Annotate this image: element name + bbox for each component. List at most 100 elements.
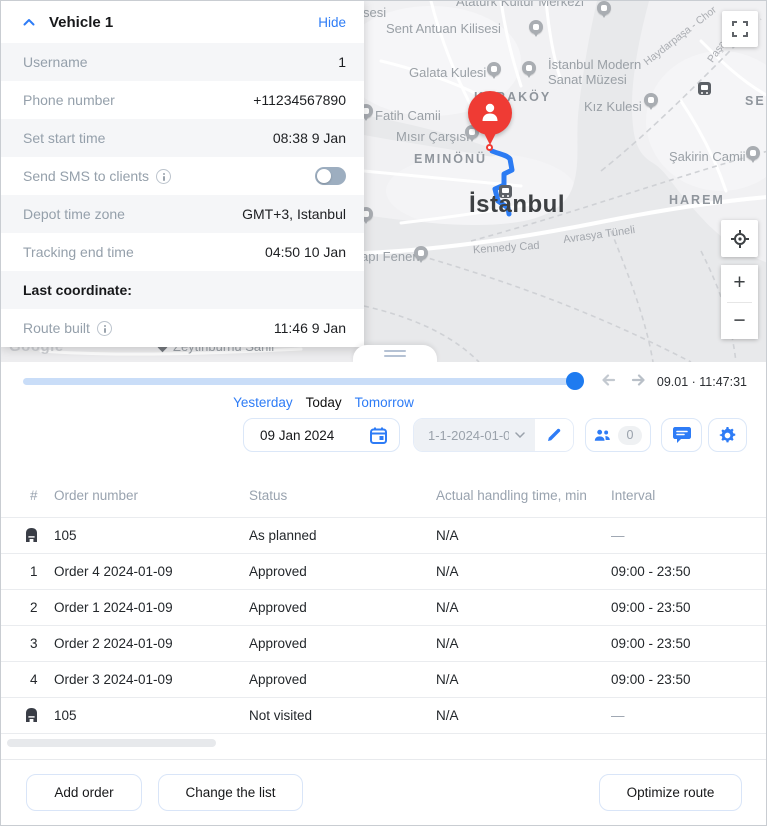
row-start-time: Set start time 08:38 9 Jan [1,119,364,157]
cell-time: N/A [436,528,459,543]
sms-toggle[interactable] [315,167,346,185]
map-label-sakirin: Şakirin Camii [669,149,746,164]
cell-interval: — [611,528,625,543]
cell-interval: 09:00 - 23:50 [611,564,691,579]
cell-num: 2 [30,600,38,615]
table-row-depot-start[interactable]: 105 As planned N/A — [1,518,767,554]
locate-icon [731,230,749,248]
table-row-depot-end[interactable]: 105 Not visited N/A — [1,698,767,734]
route-built-value: 11:46 9 Jan [274,320,346,336]
timeline-slider-track[interactable] [23,378,584,385]
cell-interval: — [611,708,625,723]
change-list-button[interactable]: Change the list [158,774,303,811]
header-status: Status [249,488,287,503]
lighthouse-pin-icon [414,246,428,260]
cell-order: Order 3 2024-01-09 [54,672,173,687]
edit-route-name-button[interactable] [535,419,573,451]
day-link-today[interactable]: Today [306,395,342,410]
add-order-button[interactable]: Add order [26,774,142,811]
timeline-slider-thumb[interactable] [566,372,584,390]
info-icon[interactable] [97,321,112,336]
info-icon[interactable] [156,169,171,184]
header-handling-time: Actual handling time, min [436,488,587,503]
courier-marker-tail [483,131,497,145]
date-value: 09 Jan 2024 [260,428,370,443]
zoom-out-button[interactable]: − [721,303,758,340]
cell-order: Order 4 2024-01-09 [54,564,173,579]
zoom-in-button[interactable]: + [721,265,758,302]
cell-time: N/A [436,636,459,651]
timeline-next-button[interactable] [630,373,648,389]
vehicle-title: Vehicle 1 [49,14,318,31]
route-built-label: Route built [23,320,112,336]
couriers-button[interactable]: 0 [585,418,651,452]
timeline-prev-button[interactable] [599,373,617,389]
start-time-label: Set start time [23,130,105,146]
map-label-sel: SEL [745,94,767,108]
horizontal-scrollbar[interactable] [7,739,216,747]
church-pin-icon [529,20,543,34]
settings-button[interactable] [708,418,747,452]
route-built-label-text: Route built [23,320,90,336]
sheet-drag-handle[interactable] [353,345,437,363]
courier-marker[interactable] [468,91,512,135]
hide-link[interactable]: Hide [318,15,346,30]
timezone-label: Depot time zone [23,206,125,222]
cell-num: 4 [30,672,38,687]
people-icon [594,428,611,443]
arrow-left-icon [600,373,616,387]
map-label-galata: Galata Kulesi [409,65,486,80]
route-select-dropdown[interactable]: 1-1-2024-01-09 [414,419,535,451]
drag-handle-icon [384,355,406,357]
map-label-eminonu: EMINÖNÜ [414,152,487,166]
send-sms-label: Send SMS to clients [23,168,171,184]
depot-icon [25,708,38,723]
last-coordinate-label: Last coordinate: [23,282,132,298]
phone-label: Phone number [23,92,115,108]
cell-status: Approved [249,672,307,687]
row-tracking-end: Tracking end time 04:50 10 Jan [1,233,364,271]
cell-order: 105 [54,528,77,543]
phone-value: +11234567890 [253,92,346,108]
cell-interval: 09:00 - 23:50 [611,636,691,651]
table-row-order[interactable]: 3 Order 2 2024-01-09 Approved N/A 09:00 … [1,626,767,662]
table-row-order[interactable]: 4 Order 3 2024-01-09 Approved N/A 09:00 … [1,662,767,698]
username-value: 1 [338,54,346,70]
person-icon [479,101,501,123]
sakirin-pin-icon [746,146,760,160]
table-row-order[interactable]: 2 Order 1 2024-01-09 Approved N/A 09:00 … [1,590,767,626]
date-picker-field[interactable]: 09 Jan 2024 [243,418,400,452]
cell-time: N/A [436,672,459,687]
transit-station-icon [698,82,711,95]
optimize-route-button[interactable]: Optimize route [599,774,742,811]
chat-button[interactable] [661,418,702,452]
row-send-sms: Send SMS to clients [1,157,364,195]
bottom-sheet: 09.01 · 11:47:31 Yesterday Today Tomorro… [1,362,767,826]
row-username: Username 1 [1,43,364,81]
tracking-end-value: 04:50 10 Jan [265,244,346,260]
cell-order: 105 [54,708,77,723]
sms-toggle-knob [317,169,331,183]
cell-time: N/A [436,600,459,615]
send-sms-label-text: Send SMS to clients [23,168,149,184]
orders-table-header: # Order number Status Actual handling ti… [1,474,767,518]
chevron-up-icon[interactable] [23,18,35,26]
row-route-built: Route built 11:46 9 Jan [1,309,364,347]
fullscreen-button[interactable] [722,11,758,47]
header-num: # [30,488,38,503]
route-select-group: 1-1-2024-01-09 [413,418,574,452]
pencil-icon [546,427,562,443]
day-links: Yesterday Today Tomorrow [1,395,646,410]
table-row-order[interactable]: 1 Order 4 2024-01-09 Approved N/A 09:00 … [1,554,767,590]
cell-status: Not visited [249,708,312,723]
zoom-control: + − [721,265,758,339]
cell-status: As planned [249,528,317,543]
cell-order: Order 1 2024-01-09 [54,600,173,615]
route-select-value: 1-1-2024-01-09 [428,428,509,443]
day-link-yesterday[interactable]: Yesterday [233,395,293,410]
locate-me-button[interactable] [721,220,758,257]
day-link-tomorrow[interactable]: Tomorrow [355,395,414,410]
fullscreen-icon [732,21,748,37]
cell-time: N/A [436,564,459,579]
map-label-kiz-kulesi: Kız Kulesi [584,99,642,114]
